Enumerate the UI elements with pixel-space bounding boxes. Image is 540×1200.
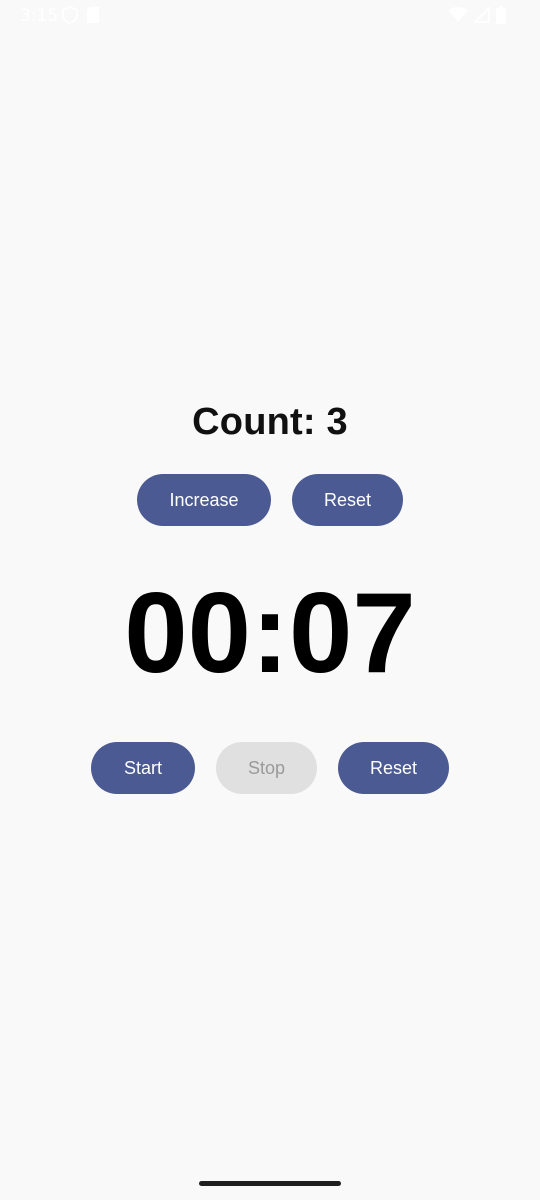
status-time: 3:15	[20, 6, 59, 26]
reset-count-button[interactable]: Reset	[292, 474, 403, 526]
timer-display: 00:07	[124, 570, 416, 697]
home-indicator[interactable]	[199, 1181, 341, 1186]
reset-timer-button[interactable]: Reset	[338, 742, 449, 794]
stop-button[interactable]: Stop	[216, 742, 317, 794]
sd-card-icon	[86, 6, 100, 24]
status-left-icons	[62, 6, 100, 24]
start-button[interactable]: Start	[91, 742, 195, 794]
status-right-icons	[448, 6, 506, 24]
increase-button[interactable]: Increase	[137, 474, 271, 526]
wifi-icon	[448, 7, 468, 23]
count-label: Count: 3	[192, 401, 348, 443]
status-bar: 3:15	[0, 0, 540, 32]
shield-icon	[62, 6, 78, 24]
battery-icon	[496, 6, 506, 24]
signal-icon	[474, 7, 490, 23]
